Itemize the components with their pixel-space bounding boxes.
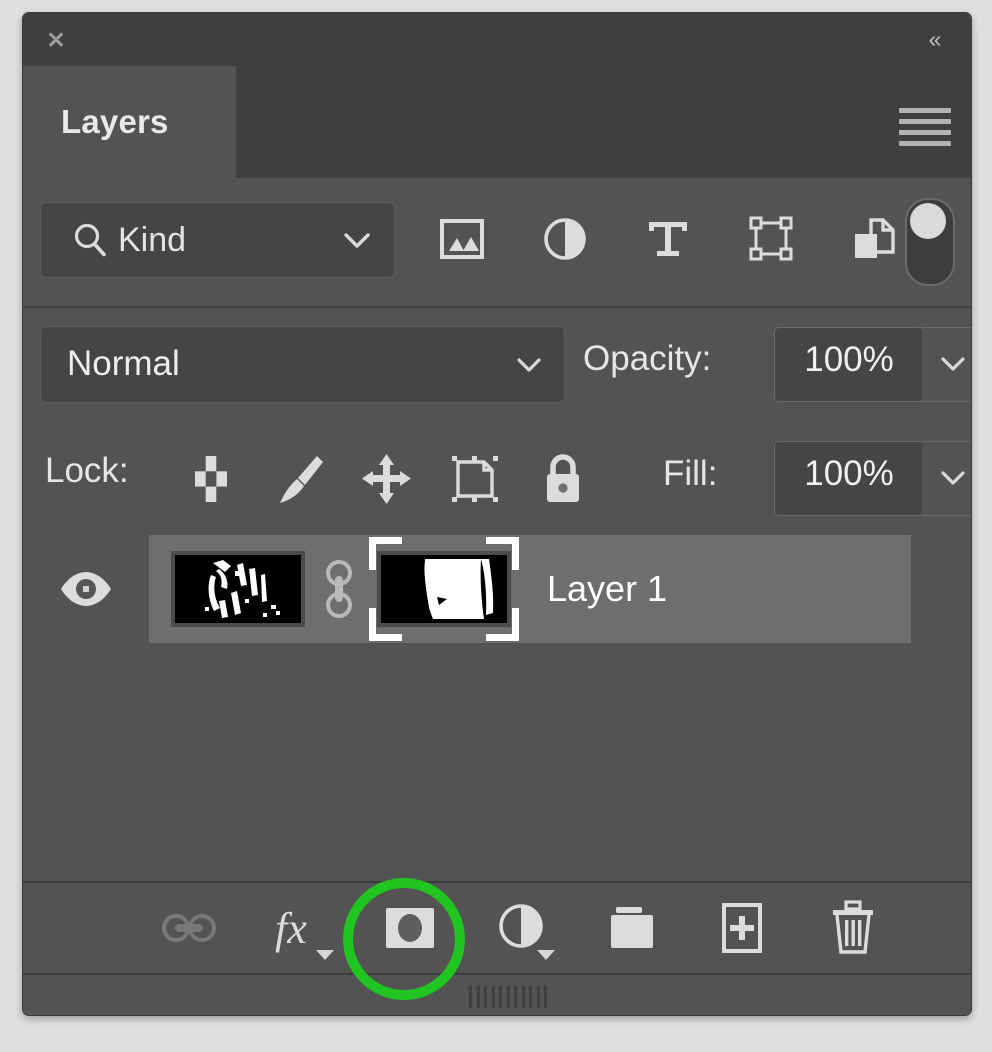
new-layer-button[interactable] — [704, 890, 780, 966]
table-row[interactable]: Layer 1 — [23, 535, 971, 643]
chevron-down-icon — [342, 221, 372, 259]
selection-corner — [369, 608, 402, 641]
grip-line — [483, 986, 487, 1008]
filter-type-icons — [433, 202, 903, 276]
grip-line — [498, 986, 502, 1008]
grip-line — [476, 986, 480, 1008]
delete-layer-button[interactable] — [815, 890, 891, 966]
chevron-down-icon — [938, 460, 968, 496]
hamburger-menu-icon[interactable] — [899, 108, 951, 146]
fill-stepper[interactable] — [922, 441, 971, 516]
chevron-down-icon — [938, 346, 968, 382]
bottom-icon-group: fx — [151, 883, 891, 973]
opacity-value: 100% — [804, 340, 894, 379]
opacity-input[interactable]: 100% — [774, 327, 924, 402]
mask-link-icon[interactable] — [315, 556, 363, 622]
panel-titlebar: ✕ « — [23, 13, 971, 66]
new-adjustment-layer-button[interactable] — [483, 890, 559, 966]
svg-text:fx: fx — [275, 904, 307, 953]
layer-style-button[interactable]: fx — [262, 890, 338, 966]
grip-line — [506, 986, 510, 1008]
fill-input[interactable]: 100% — [774, 441, 924, 516]
filter-smart-objects-icon[interactable] — [845, 210, 903, 268]
opacity-stepper[interactable] — [922, 327, 971, 402]
grip-line — [528, 986, 532, 1008]
grip-line — [468, 986, 472, 1008]
filter-pixel-layers-icon[interactable] — [433, 210, 491, 268]
caret-down-icon — [315, 950, 334, 960]
lock-transparent-pixels-icon[interactable] — [181, 448, 241, 510]
layer-thumbnail[interactable] — [171, 551, 305, 627]
panel-tabstrip: Layers — [23, 66, 971, 178]
layer-visibility-toggle[interactable] — [23, 535, 151, 643]
toggle-knob — [910, 203, 946, 239]
collapse-double-chevron-icon[interactable]: « — [919, 26, 949, 52]
lock-row: Lock: Fill: 100% — [23, 423, 971, 537]
grip-line — [521, 986, 525, 1008]
screenshot-root: ✕ « Layers Kind Normal Opacity: 100% Loc… — [0, 0, 992, 1052]
grip-line — [491, 986, 495, 1008]
blend-mode-value: Normal — [67, 344, 180, 383]
link-layers-button[interactable] — [151, 890, 227, 966]
layer-name-label[interactable]: Layer 1 — [547, 568, 667, 610]
lock-icons — [181, 446, 593, 512]
close-icon[interactable]: ✕ — [45, 29, 67, 52]
blend-mode-select[interactable]: Normal — [40, 326, 565, 403]
lock-image-pixels-icon[interactable] — [269, 448, 329, 510]
selection-corner — [486, 537, 519, 570]
tab-layers-label: Layers — [61, 103, 169, 140]
lock-artboard-nesting-icon[interactable] — [445, 448, 505, 510]
menu-line — [899, 119, 951, 124]
add-layer-mask-button[interactable] — [372, 890, 448, 966]
selection-corner — [486, 608, 519, 641]
filter-adjustment-layers-icon[interactable] — [536, 210, 594, 268]
lock-position-icon[interactable] — [357, 448, 417, 510]
menu-line — [899, 141, 951, 146]
menu-line — [899, 108, 951, 113]
layers-bottom-toolbar: fx — [23, 881, 971, 975]
fill-value: 100% — [804, 454, 894, 493]
new-group-button[interactable] — [594, 890, 670, 966]
filter-shape-layers-icon[interactable] — [742, 210, 800, 268]
filter-type-layers-icon[interactable] — [639, 210, 697, 268]
grip-line — [536, 986, 540, 1008]
lock-label: Lock: — [45, 451, 129, 490]
blend-mode-row: Normal Opacity: 100% — [23, 308, 971, 425]
tab-layers[interactable]: Layers — [23, 66, 236, 178]
filter-kind-label: Kind — [118, 221, 187, 259]
search-icon — [71, 221, 109, 259]
grip-line — [513, 986, 517, 1008]
selection-corner — [369, 537, 402, 570]
filter-enable-toggle[interactable] — [905, 198, 955, 286]
menu-line — [899, 130, 951, 135]
panel-resize-handle[interactable] — [23, 977, 971, 1015]
caret-down-icon — [536, 950, 555, 960]
filter-kind-select[interactable]: Kind — [40, 202, 395, 278]
layer-row-body[interactable]: Layer 1 — [149, 535, 911, 643]
resize-grip-icon — [468, 986, 547, 1008]
lock-all-icon[interactable] — [533, 448, 593, 510]
layer-list: Layer 1 — [23, 535, 971, 895]
opacity-label: Opacity: — [583, 339, 712, 378]
layers-panel: ✕ « Layers Kind Normal Opacity: 100% Loc… — [22, 12, 972, 1016]
layer-mask-thumbnail[interactable] — [369, 537, 519, 641]
fill-label: Fill: — [663, 454, 718, 493]
filter-row: Kind — [23, 178, 971, 308]
grip-line — [543, 986, 547, 1008]
chevron-down-icon — [514, 347, 544, 383]
eye-icon — [61, 572, 111, 606]
